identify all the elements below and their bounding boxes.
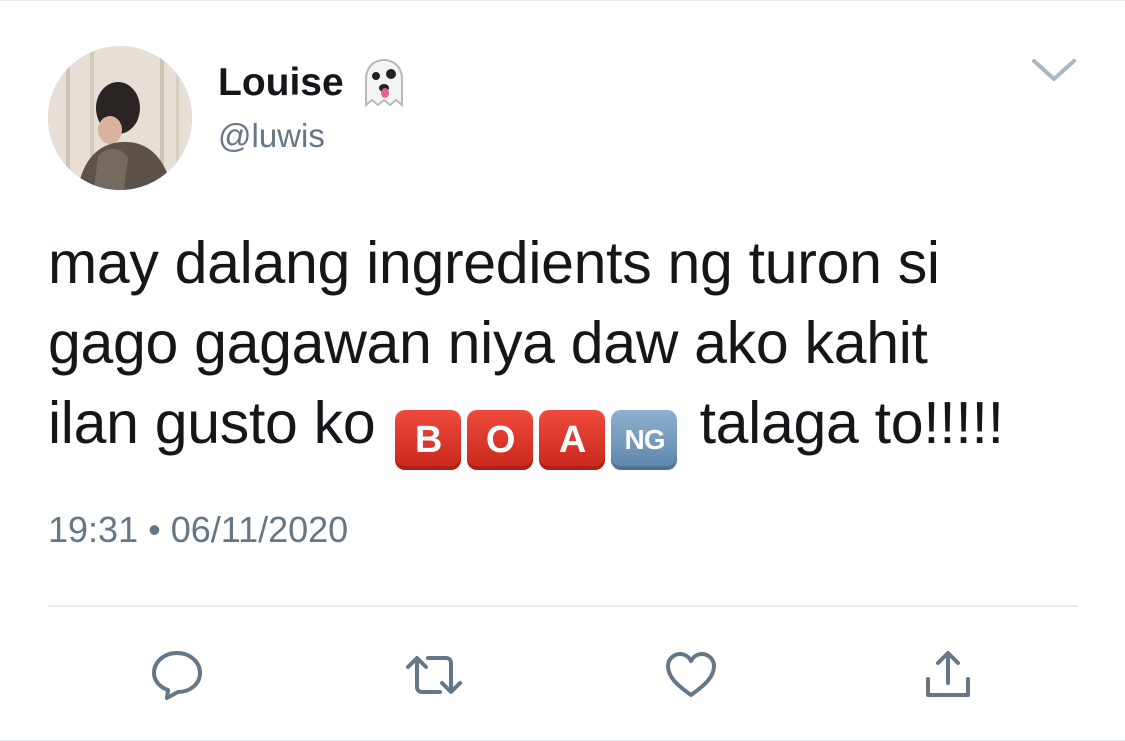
letter-emoji-group: B O A NG [395,410,678,470]
timestamp[interactable]: 19:31 • 06/11/2020 [48,509,348,551]
tweet-date: 06/11/2020 [170,509,349,550]
share-button[interactable] [918,645,978,705]
tweet-time: 19:31 [48,509,139,550]
letter-b-emoji-icon: B [395,410,462,470]
tweet-text-line: may dalang ingredients ng turon si [48,230,940,296]
avatar[interactable] [48,46,192,190]
retweet-icon [406,656,462,694]
tweet-text: may dalang ingredients ng turon si gago … [48,223,1088,470]
like-button[interactable] [661,645,721,705]
display-name[interactable]: Louise [218,57,410,109]
divider [48,605,1078,607]
ng-emoji-icon: NG [611,410,678,470]
timestamp-separator: • [148,509,161,550]
avatar-photo [48,46,192,190]
tweet-card: Louise @luwis may dalang ingredients ng … [0,0,1125,741]
letter-a-emoji-icon: A [539,410,606,470]
display-name-text: Louise [218,61,344,104]
tweet-text-prefix: ilan gusto ko [48,390,376,456]
reply-button[interactable] [147,645,207,705]
tweet-text-line: gago gagawan niya daw ako kahit [48,310,928,376]
reply-icon [152,651,202,700]
tweet-text-suffix: talaga to!!!!! [699,390,1004,456]
share-icon [926,651,970,697]
retweet-button[interactable] [404,645,464,705]
letter-o-emoji-icon: O [467,410,534,470]
chevron-down-icon[interactable] [1030,53,1078,87]
ghost-emoji-icon [364,58,403,108]
tweet-text-line: ilan gusto ko B O A NG talaga to!!!!! [48,383,1088,470]
heart-icon [666,652,716,697]
user-handle[interactable]: @luwis [218,117,325,155]
